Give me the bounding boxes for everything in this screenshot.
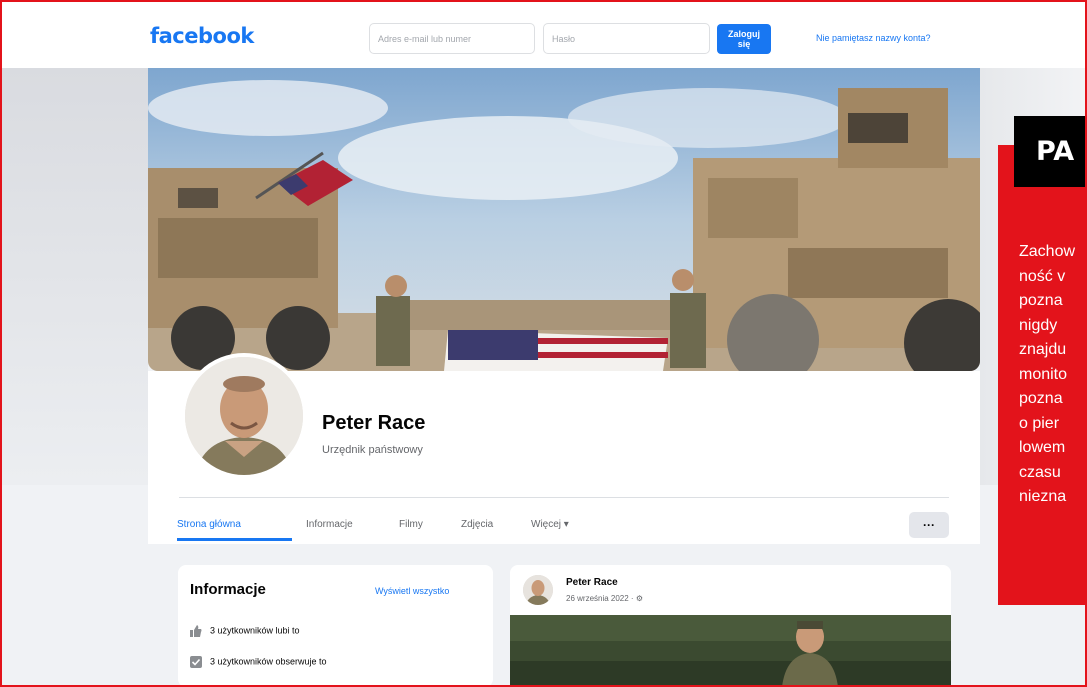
tab-photos[interactable]: Zdjęcia [461,519,493,530]
tab-more[interactable]: Więcej ▾ [531,519,569,530]
panel-line: monito [1019,365,1068,383]
see-all-link[interactable]: Wyświetl wszystko [375,586,449,596]
panel-line: lowem [1019,439,1066,456]
panel-line: ność v [1019,267,1066,285]
tab-home[interactable]: Strona główna [177,519,241,530]
followers-text: 3 użytkowników obserwuje to [210,656,327,667]
profile-subtitle: Urzędnik państwowy [322,444,423,456]
post-date[interactable]: 26 września 2022 · ⚙ [566,594,643,603]
article-sidebar-text: Zachow ność v pozna nigdy znajdu monito … [1019,240,1087,580]
tab-videos[interactable]: Filmy [399,519,423,530]
page-side-left [2,68,148,485]
thumbs-up-icon [190,625,202,637]
panel-line: znajdu [1019,341,1067,358]
likes-text: 3 użytkowników lubi to [210,625,300,636]
likes-row: 3 użytkowników lubi to [190,625,300,637]
profile-avatar[interactable] [181,353,307,479]
panel-line: niezna [1019,488,1067,505]
panel-line: czasu [1019,463,1061,481]
panel-line: o pier [1019,414,1060,432]
panel-line: nigdy [1019,316,1058,334]
follow-check-icon [190,656,202,668]
panel-line: pozna [1019,390,1063,407]
active-tab-indicator [177,538,292,541]
panel-line: Zachow [1019,243,1076,260]
header-divider [179,497,949,498]
post-author-name[interactable]: Peter Race [566,577,618,588]
followers-row: 3 użytkowników obserwuje to [190,656,327,668]
profile-name: Peter Race [322,412,426,434]
cover-photo[interactable] [148,68,980,371]
top-bar: facebook Zaloguj się Nie pamiętasz nazwy… [2,2,1085,68]
post-image[interactable] [510,615,951,687]
facebook-logo[interactable]: facebook [150,24,254,48]
tab-about[interactable]: Informacje [306,519,353,530]
info-title: Informacje [190,581,266,598]
email-input[interactable] [369,23,535,54]
panel-line: pozna [1019,292,1063,309]
more-options-button[interactable]: ··· [909,512,949,538]
password-input[interactable] [543,23,710,54]
post-author-avatar[interactable] [523,575,553,605]
forgot-account-link[interactable]: Nie pamiętasz nazwy konta? [816,33,931,43]
article-sidebar-heading: PA [1014,116,1087,187]
login-button[interactable]: Zaloguj się [717,24,771,54]
